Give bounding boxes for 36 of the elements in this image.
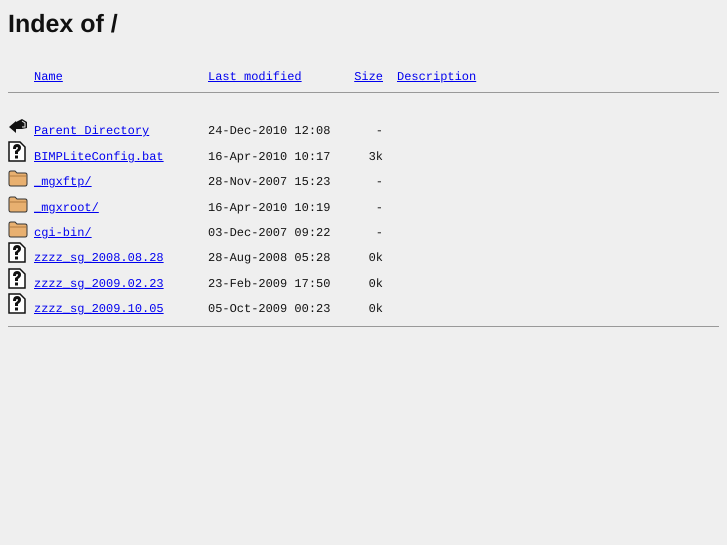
file-size: 0k [368,276,383,291]
file-link[interactable]: BIMPLiteConfig.bat [34,150,164,164]
file-size: 0k [368,251,383,266]
modified-date: 28-Nov-2007 15:23 [208,175,332,190]
file-link[interactable]: cgi-bin/ [34,226,92,240]
file-size: - [376,175,383,190]
file-link[interactable]: zzzz_sg_2009.02.23 [34,276,164,291]
modified-date: 28-Aug-2008 05:28 [208,251,332,266]
last-modified-column-link[interactable]: Last modified [208,70,302,84]
name-column-link[interactable]: Name [34,70,63,84]
modified-date: 05-Oct-2009 00:23 [208,302,332,316]
unknown-file-icon [8,140,26,162]
file-size: - [376,200,383,215]
page-title: Index of / [8,9,119,40]
modified-date: 16-Apr-2010 10:17 [208,150,332,164]
folder-icon [8,220,28,238]
folder-icon [8,196,28,213]
unknown-file-icon [8,268,26,289]
folder-icon [8,170,28,188]
description-column-link[interactable]: Description [397,70,476,84]
file-link[interactable]: zzzz_sg_2008.08.28 [34,251,164,266]
modified-date: 03-Dec-2007 09:22 [208,226,332,240]
file-link[interactable]: _mgxftp/ [34,175,92,190]
file-size: - [376,124,383,138]
file-size: 0k [368,302,383,316]
file-size: - [376,226,383,240]
file-link[interactable]: Parent Directory [34,124,150,138]
file-link[interactable]: zzzz_sg_2009.10.05 [34,302,164,316]
unknown-file-icon [8,242,26,264]
file-size: 3k [368,150,383,164]
file-link[interactable]: _mgxroot/ [34,200,99,215]
unknown-file-icon [8,293,26,314]
modified-date: 16-Apr-2010 10:19 [208,200,332,215]
modified-date: 23-Feb-2009 17:50 [208,276,332,291]
modified-date: 24-Dec-2010 12:08 [208,124,332,138]
size-column-link[interactable]: Size [354,70,383,84]
